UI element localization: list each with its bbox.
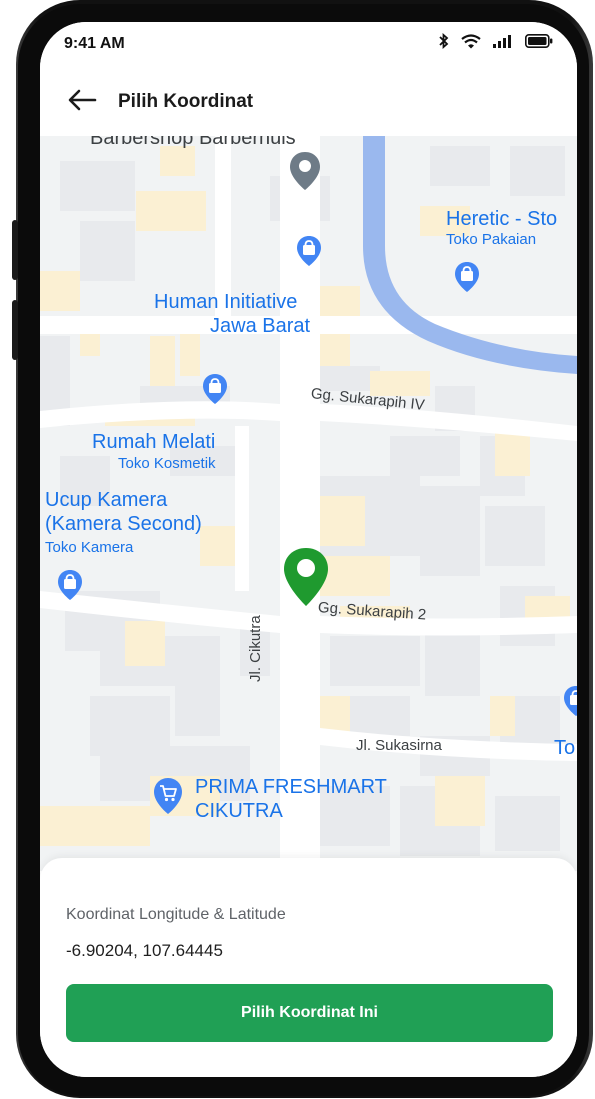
page-title: Pilih Koordinat bbox=[118, 91, 254, 112]
select-coordinate-button[interactable]: Pilih Koordinat Ini bbox=[66, 984, 553, 1042]
poi-label-prima-freshmart[interactable]: PRIMA FRESHMART bbox=[195, 777, 387, 797]
street-label-sukasirna: Jl. Sukasirna bbox=[356, 737, 442, 754]
bluetooth-icon bbox=[439, 33, 449, 54]
poi-label-ucup-kamera[interactable]: Ucup Kamera bbox=[45, 490, 167, 510]
poi-category-ucup-kamera: Toko Kamera bbox=[45, 539, 134, 556]
shopping-bag-icon[interactable] bbox=[56, 568, 84, 602]
app-header: Pilih Koordinat bbox=[40, 70, 577, 136]
location-pin-green-icon[interactable] bbox=[281, 546, 331, 608]
wifi-icon bbox=[461, 33, 481, 54]
battery-icon bbox=[525, 34, 553, 53]
map-view[interactable]: Barbershop Barberhuis Heretic - Sto Toko… bbox=[40, 128, 577, 871]
phone-side-button bbox=[12, 220, 18, 280]
shopping-bag-icon[interactable] bbox=[562, 684, 577, 718]
poi-label-ucup-kamera-line2: (Kamera Second) bbox=[45, 513, 202, 535]
back-button[interactable] bbox=[62, 86, 102, 118]
poi-label-to[interactable]: To bbox=[554, 738, 575, 758]
status-bar: 9:41 AM bbox=[40, 22, 577, 70]
shopping-bag-icon[interactable] bbox=[453, 260, 481, 294]
shopping-cart-icon[interactable] bbox=[151, 776, 185, 816]
poi-category-rumah-melati: Toko Kosmetik bbox=[118, 455, 216, 472]
coordinate-label: Koordinat Longitude & Latitude bbox=[66, 906, 286, 923]
coordinate-value: -6.90204, 107.64445 bbox=[66, 941, 223, 960]
poi-label-prima-freshmart-line2: CIKUTRA bbox=[195, 800, 283, 822]
shopping-bag-icon[interactable] bbox=[295, 234, 323, 268]
poi-label-human-initiative-line2: Jawa Barat bbox=[210, 315, 311, 337]
poi-label-rumah-melati[interactable]: Rumah Melati bbox=[92, 432, 215, 452]
bottom-sheet: Koordinat Longitude & Latitude -6.90204,… bbox=[40, 858, 577, 1077]
poi-category-heretic: Toko Pakaian bbox=[446, 231, 537, 248]
phone-screen: 9:41 AM Pilih Koordinat Barbershop Barbe… bbox=[40, 22, 577, 1077]
status-icons bbox=[439, 33, 553, 54]
poi-label-human-initiative[interactable]: Human Initiative bbox=[154, 292, 297, 312]
map-pin-gray-icon[interactable] bbox=[288, 150, 322, 192]
shopping-bag-icon[interactable] bbox=[201, 372, 229, 406]
arrow-left-icon bbox=[67, 89, 97, 116]
signal-icon bbox=[493, 34, 513, 53]
street-label-cikutra: Jl. Cikutra bbox=[247, 615, 264, 682]
poi-label-heretic[interactable]: Heretic - Sto bbox=[446, 209, 557, 229]
status-time: 9:41 AM bbox=[64, 35, 125, 52]
phone-side-button bbox=[12, 300, 18, 360]
